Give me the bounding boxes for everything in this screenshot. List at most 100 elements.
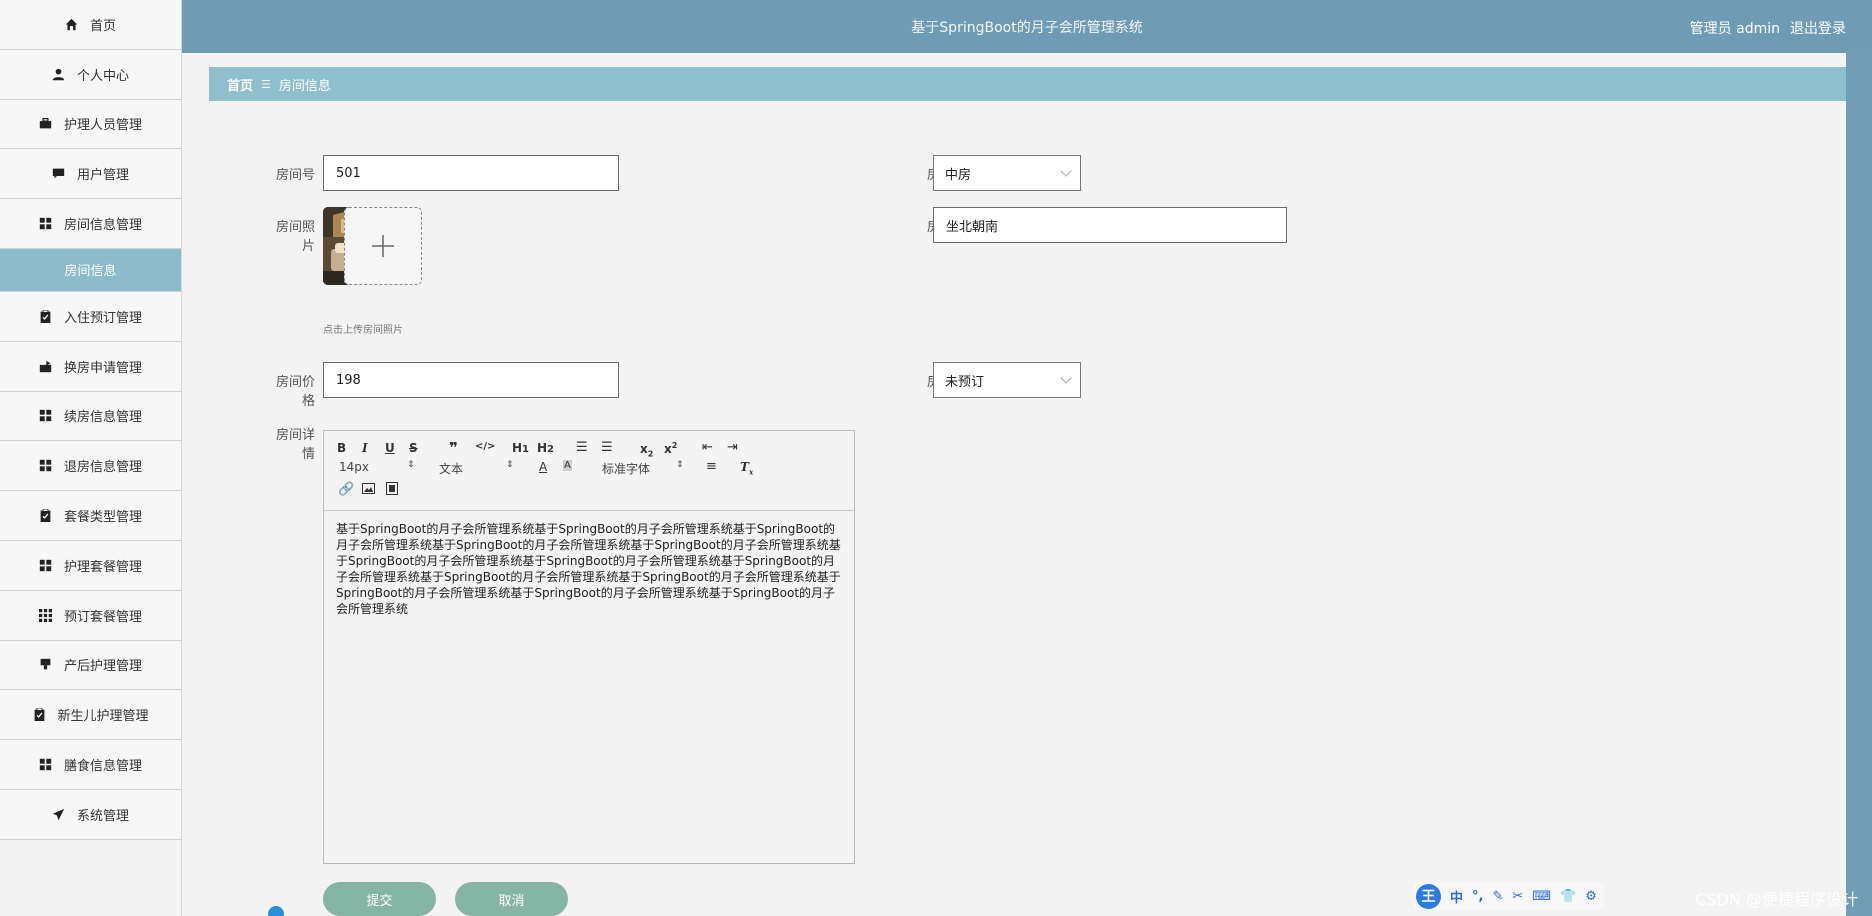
sidebar-item-6[interactable]: 入住预订管理 bbox=[0, 291, 181, 342]
h2-icon[interactable]: H2 bbox=[537, 441, 554, 455]
sidebar-item-8[interactable]: 续房信息管理 bbox=[0, 391, 181, 442]
sidebar-item-label: 新生儿护理管理 bbox=[57, 709, 149, 725]
status-value: 未预订 bbox=[945, 374, 985, 390]
submit-button[interactable]: 提交 bbox=[323, 882, 436, 916]
chevron-down-icon bbox=[1060, 164, 1072, 177]
block-type-caret-icon: ⇕ bbox=[506, 460, 514, 470]
user-area: 管理员 admin 退出登录 bbox=[1690, 18, 1846, 38]
font-size-caret-icon: ⇕ bbox=[407, 460, 415, 470]
ime-toolbar: 王 中 °, ✎ ✂ ⌨ 👕 ⚙ bbox=[1414, 882, 1604, 910]
sidebar-item-label: 系统管理 bbox=[76, 808, 129, 824]
ordered-list-icon[interactable]: ☰ bbox=[576, 440, 588, 455]
logout-link[interactable]: 退出登录 bbox=[1790, 18, 1846, 38]
sidebar-item-2[interactable]: 护理人员管理 bbox=[0, 99, 181, 150]
sidebar: 首页个人中心护理人员管理用户管理房间信息管理 房间信息 入住预订管理 换房申请管理续房… bbox=[0, 0, 182, 916]
sidebar-item-1[interactable]: 个人中心 bbox=[0, 49, 181, 100]
sidebar-item-label: 首页 bbox=[89, 18, 116, 34]
sidebar-item-4[interactable]: 房间信息管理 bbox=[0, 199, 181, 249]
background-color-icon[interactable]: A bbox=[563, 460, 572, 471]
image-icon[interactable] bbox=[362, 483, 375, 497]
breadcrumb-home[interactable]: 首页 bbox=[227, 75, 253, 94]
orientation-input[interactable]: 坐北朝南 bbox=[933, 207, 1287, 243]
sidebar-item-label: 膳食信息管理 bbox=[63, 759, 142, 775]
detail-label: 房间详情 bbox=[275, 428, 315, 462]
sidebar-item-9[interactable]: 退房信息管理 bbox=[0, 441, 181, 492]
briefcase-icon bbox=[39, 117, 53, 131]
sidebar-item-label: 预订套餐管理 bbox=[63, 609, 142, 625]
strike-icon[interactable]: S bbox=[409, 441, 418, 455]
room-no-label: 房间号 bbox=[275, 168, 315, 183]
sidebar-item-label: 产后护理管理 bbox=[63, 659, 142, 675]
ime-scissors-icon[interactable]: ✂ bbox=[1512, 889, 1523, 904]
clipboard-icon bbox=[39, 509, 53, 523]
status-select[interactable]: 未预订 bbox=[933, 362, 1081, 398]
grid-icon bbox=[39, 758, 53, 772]
font-family-select[interactable]: 标准字体 bbox=[602, 460, 650, 477]
block-type-select[interactable]: 文本 bbox=[439, 460, 463, 477]
bullet-list-icon[interactable]: ☰ bbox=[601, 440, 613, 455]
ime-language-toggle[interactable]: 中 bbox=[1450, 887, 1463, 906]
cancel-button[interactable]: 取消 bbox=[455, 882, 568, 916]
rich-text-editor: B I U S ❞ </> H1 H2 ☰ ☰ x2 x2 ⇤ ⇥ 14px ⇕… bbox=[323, 430, 855, 864]
clear-format-icon[interactable]: Tx bbox=[740, 460, 753, 476]
user-icon bbox=[52, 67, 66, 81]
text-color-icon[interactable]: A bbox=[539, 460, 547, 474]
sidebar-item-label: 护理套餐管理 bbox=[63, 559, 142, 575]
ime-logo-icon[interactable]: 王 bbox=[1416, 883, 1441, 909]
underline-icon[interactable]: U bbox=[385, 441, 395, 455]
ime-skin-icon[interactable]: 👕 bbox=[1560, 889, 1576, 904]
top-header: 基于SpringBoot的月子会所管理系统 管理员 admin 退出登录 bbox=[182, 0, 1872, 53]
video-icon[interactable] bbox=[386, 482, 398, 498]
clipboard-icon bbox=[32, 708, 46, 722]
app-title: 基于SpringBoot的月子会所管理系统 bbox=[911, 19, 1143, 36]
indent-icon[interactable]: ⇥ bbox=[727, 440, 738, 455]
photo-label: 房间照片 bbox=[275, 220, 315, 254]
sidebar-item-label: 用户管理 bbox=[76, 168, 129, 184]
code-icon[interactable]: </> bbox=[475, 441, 495, 452]
ime-settings-icon[interactable]: ⚙ bbox=[1585, 889, 1597, 904]
font-family-caret-icon: ⇕ bbox=[676, 460, 684, 470]
subscript-icon[interactable]: x2 bbox=[640, 442, 653, 458]
clipboard-icon bbox=[39, 309, 53, 323]
superscript-icon[interactable]: x2 bbox=[664, 441, 677, 456]
sidebar-item-12[interactable]: 预订套餐管理 bbox=[0, 590, 181, 641]
sidebar-item-label: 个人中心 bbox=[76, 68, 129, 84]
sidebar-item-0[interactable]: 首页 bbox=[0, 0, 181, 50]
h1-icon[interactable]: H1 bbox=[512, 441, 529, 455]
outdent-icon[interactable]: ⇤ bbox=[702, 440, 713, 455]
sidebar-item-10[interactable]: 套餐类型管理 bbox=[0, 491, 181, 541]
align-icon[interactable]: ≡ bbox=[706, 459, 717, 474]
swap-icon bbox=[39, 359, 53, 373]
font-size-select[interactable]: 14px bbox=[339, 460, 369, 474]
sidebar-item-5[interactable]: 房间信息 bbox=[0, 248, 181, 292]
ime-punctuation-icon[interactable]: °, bbox=[1472, 889, 1483, 904]
ime-pen-icon[interactable]: ✎ bbox=[1492, 889, 1503, 904]
send-icon bbox=[52, 807, 66, 821]
link-icon[interactable]: 🔗 bbox=[338, 482, 354, 497]
bold-icon[interactable]: B bbox=[337, 441, 346, 455]
sidebar-item-15[interactable]: 膳食信息管理 bbox=[0, 740, 181, 790]
sidebar-item-label: 退房信息管理 bbox=[63, 460, 142, 476]
grid-icon bbox=[39, 217, 53, 231]
room-no-input[interactable]: 501 bbox=[323, 155, 619, 191]
breadcrumb: 首页 ☰ 房间信息 bbox=[209, 67, 1846, 101]
sidebar-item-16[interactable]: 系统管理 bbox=[0, 789, 181, 840]
quote-icon[interactable]: ❞ bbox=[449, 439, 458, 457]
sidebar-item-label: 续房信息管理 bbox=[63, 410, 142, 426]
price-input[interactable]: 198 bbox=[323, 362, 619, 398]
sidebar-item-13[interactable]: 产后护理管理 bbox=[0, 640, 181, 691]
italic-icon[interactable]: I bbox=[362, 441, 368, 455]
sidebar-item-3[interactable]: 用户管理 bbox=[0, 149, 181, 200]
monitor-icon bbox=[39, 658, 53, 672]
breadcrumb-current: 房间信息 bbox=[278, 78, 331, 94]
sidebar-item-11[interactable]: 护理套餐管理 bbox=[0, 540, 181, 591]
room-type-select[interactable]: 中房 bbox=[933, 155, 1081, 191]
upload-photo-button[interactable] bbox=[344, 207, 422, 285]
room-type-value: 中房 bbox=[945, 167, 972, 183]
sidebar-item-14[interactable]: 新生儿护理管理 bbox=[0, 690, 181, 741]
ime-keyboard-icon[interactable]: ⌨ bbox=[1532, 889, 1551, 904]
sidebar-item-7[interactable]: 换房申请管理 bbox=[0, 341, 181, 392]
editor-content[interactable]: 基于SpringBoot的月子会所管理系统基于SpringBoot的月子会所管理… bbox=[324, 511, 854, 627]
grid-icon bbox=[39, 409, 53, 423]
floating-dot bbox=[268, 906, 284, 916]
